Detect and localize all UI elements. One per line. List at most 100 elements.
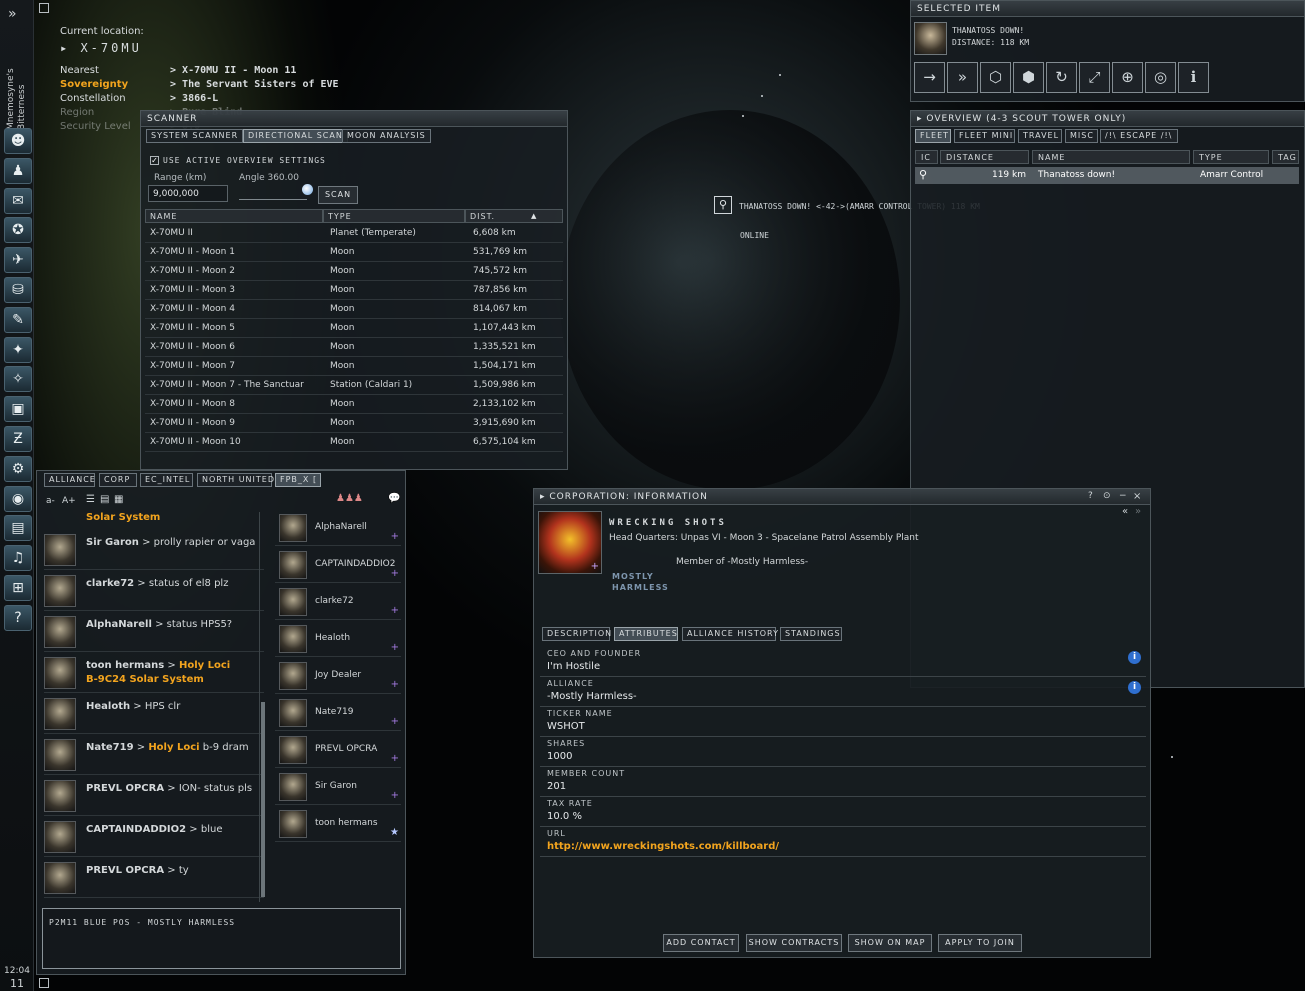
chat-sender[interactable]: CAPTAINDADDIO2 (86, 824, 186, 835)
unlock-icon[interactable]: ⬢ (1013, 62, 1044, 93)
scan-result-row[interactable]: X-70MU II - Moon 3 Moon 787,856 km (145, 281, 563, 300)
members-icon[interactable]: ♟♟♟ (336, 493, 363, 504)
chat-channel-tab[interactable]: FPB_X [ (275, 473, 321, 487)
scan-result-row[interactable]: X-70MU II - Moon 4 Moon 814,067 km (145, 300, 563, 319)
overview-column-header[interactable]: DISTANCE (940, 150, 1029, 164)
location-row-value[interactable]: > 3866-L (170, 93, 218, 104)
chat-member[interactable]: CAPTAINDADDIO2 + (275, 547, 401, 583)
chat-link[interactable]: B-9C24 Solar System (86, 674, 204, 685)
avatar[interactable] (279, 514, 307, 542)
show-contracts-button[interactable]: SHOW CONTRACTS (746, 934, 842, 952)
scan-result-row[interactable]: X-70MU II - Moon 9 Moon 3,915,690 km (145, 414, 563, 433)
angle-slider[interactable] (239, 184, 313, 200)
chat-member[interactable]: AlphaNarell + (275, 510, 401, 546)
avatar[interactable] (279, 736, 307, 764)
scan-column-header[interactable]: NAME (145, 209, 323, 223)
corp-info-tab[interactable]: DESCRIPTION (542, 627, 611, 641)
overview-column-header[interactable]: IC (915, 150, 938, 164)
current-system-name[interactable]: X-70MU (80, 41, 141, 55)
chat-member[interactable]: Healoth + (275, 621, 401, 657)
chat-channel-tab[interactable]: CORP (99, 473, 137, 487)
overview-row[interactable]: ⚲ 119 km Thanatoss down! Amarr Control (915, 167, 1299, 184)
map-icon[interactable]: ✦ (4, 336, 32, 363)
scan-result-row[interactable]: X-70MU II Planet (Temperate) 6,608 km (145, 224, 563, 243)
approach-icon[interactable]: → (914, 62, 945, 93)
chat-member[interactable]: toon hermans ★ (275, 806, 401, 842)
corp-info-tab[interactable]: STANDINGS (780, 627, 842, 641)
avatar[interactable] (279, 662, 307, 690)
avatar[interactable] (44, 698, 76, 730)
show-on-map-button[interactable]: SHOW ON MAP (848, 934, 932, 952)
chat-sender[interactable]: AlphaNarell (86, 619, 152, 630)
avatar[interactable] (279, 588, 307, 616)
info-icon[interactable]: i (1178, 62, 1209, 93)
selected-item-thumbnail[interactable] (914, 22, 947, 55)
chat-input[interactable]: P2M11 BLUE POS - MOSTLY HARMLESS (42, 908, 401, 969)
scan-result-row[interactable]: X-70MU II - Moon 2 Moon 745,572 km (145, 262, 563, 281)
font-increase-button[interactable]: A+ (62, 496, 76, 506)
chat-member[interactable]: Sir Garon + (275, 769, 401, 805)
info-icon[interactable]: i (1128, 651, 1141, 664)
overview-column-header[interactable]: TAG (1272, 150, 1299, 164)
font-decrease-button[interactable]: a- (46, 496, 55, 506)
alliance-logo[interactable]: MOSTLY HARMLESS (608, 567, 670, 601)
detail-view-icon[interactable]: ▦ (114, 494, 123, 505)
chat-link[interactable]: Holy Loci (148, 742, 199, 753)
scan-result-row[interactable]: X-70MU II - Moon 1 Moon 531,769 km (145, 243, 563, 262)
music-icon[interactable]: ♫ (4, 545, 32, 572)
window-corner-box[interactable] (39, 3, 49, 13)
space-bracket[interactable]: ⚲ (714, 196, 732, 214)
overview-tab[interactable]: TRAVEL (1018, 129, 1062, 143)
range-input[interactable] (148, 185, 228, 202)
chat-sender[interactable]: toon hermans (86, 660, 164, 671)
avatar[interactable] (44, 862, 76, 894)
scan-result-row[interactable]: X-70MU II - Moon 10 Moon 6,575,104 km (145, 433, 563, 452)
scan-button[interactable]: SCAN (318, 186, 358, 204)
scan-result-row[interactable]: X-70MU II - Moon 6 Moon 1,335,521 km (145, 338, 563, 357)
avatar[interactable] (44, 575, 76, 607)
scan-result-row[interactable]: X-70MU II - Moon 8 Moon 2,133,102 km (145, 395, 563, 414)
chat-sender[interactable]: Sir Garon (86, 537, 139, 548)
corp-headquarters[interactable]: Head Quarters: Unpas VI - Moon 3 - Space… (609, 533, 919, 543)
journal-icon[interactable]: ▤ (4, 515, 32, 542)
skills-icon[interactable]: Ƶ (4, 426, 32, 452)
corp-minimize-icon[interactable]: − (1119, 491, 1127, 501)
keep-range-icon[interactable]: ⤢ (1079, 62, 1110, 93)
chat-link[interactable]: Holy Loci (179, 660, 230, 671)
chat-sender[interactable]: Healoth (86, 701, 130, 712)
avatar[interactable] (44, 821, 76, 853)
info-icon[interactable]: i (1128, 681, 1141, 694)
current-system[interactable]: ▸ X-70MU (60, 41, 142, 55)
avatar[interactable] (44, 534, 76, 566)
overview-tab[interactable]: FLEET (915, 129, 951, 143)
character-icon[interactable]: ☻ (4, 128, 32, 154)
scan-result-row[interactable]: X-70MU II - Moon 5 Moon 1,107,443 km (145, 319, 563, 338)
help-icon[interactable]: ? (4, 604, 32, 631)
compact-view-icon[interactable]: ▤ (100, 494, 109, 505)
list-view-icon[interactable]: ☰ (86, 494, 95, 505)
corporation-icon[interactable]: ✪ (4, 217, 32, 244)
angle-slider-handle[interactable] (302, 184, 313, 195)
overview-tab[interactable]: MISC (1065, 129, 1098, 143)
chat-sender[interactable]: clarke72 (86, 578, 134, 589)
chat-member[interactable]: clarke72 + (275, 584, 401, 620)
industry-icon[interactable]: ✧ (4, 366, 32, 393)
target-icon[interactable]: ⊕ (1112, 62, 1143, 93)
avatar[interactable] (44, 739, 76, 771)
look-at-icon[interactable]: ◎ (1145, 62, 1176, 93)
location-row-value[interactable]: > The Servant Sisters of EVE (170, 79, 339, 90)
scanner-tab[interactable]: SYSTEM SCANNER (146, 129, 244, 143)
chat-sender[interactable]: PREVL OPCRA (86, 865, 164, 876)
history-forward-icon[interactable]: » (1135, 506, 1141, 517)
chat-channel-tab[interactable]: ALLIANCE (44, 473, 95, 487)
location-row-value[interactable]: > X-70MU II - Moon 11 (170, 65, 296, 76)
corp-help-icon[interactable]: ? (1088, 491, 1093, 501)
assets-icon[interactable]: ▣ (4, 396, 32, 423)
expand-neocom-icon[interactable]: » (8, 6, 17, 22)
chat-channel-tab[interactable]: NORTH UNITED (197, 473, 274, 487)
starmap-icon[interactable]: ◉ (4, 485, 32, 512)
add-contact-button[interactable]: ADD CONTACT (663, 934, 739, 952)
contracts-icon[interactable]: ✎ (4, 306, 32, 333)
fleet-icon[interactable]: ✈ (4, 247, 32, 274)
scan-result-row[interactable]: X-70MU II - Moon 7 Moon 1,504,171 km (145, 357, 563, 376)
